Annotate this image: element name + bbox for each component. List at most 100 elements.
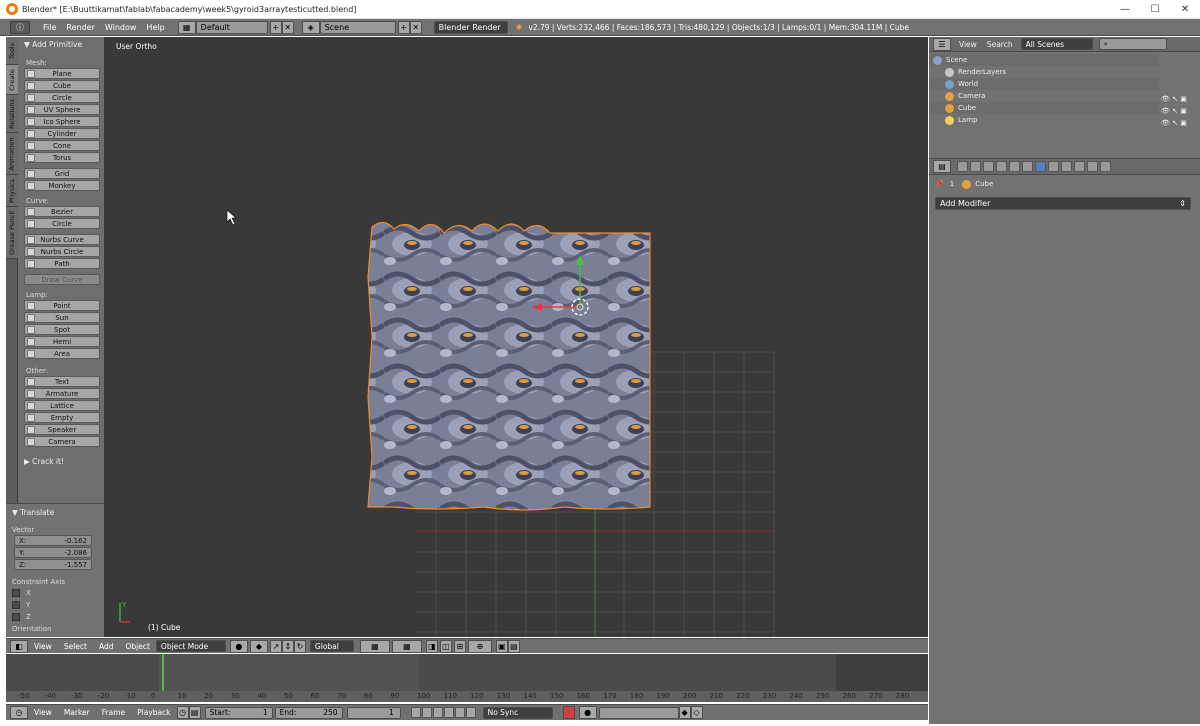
render-tab-icon[interactable] — [957, 161, 968, 172]
3d-viewport[interactable]: Y User Ortho (1) Cube — [104, 37, 928, 637]
remove-scene-button[interactable]: ✕ — [409, 20, 422, 34]
pivot-icon[interactable]: ◆ — [249, 639, 268, 653]
preview-range-icon[interactable]: ◷ — [176, 706, 189, 719]
3d-menu-view[interactable]: View — [28, 642, 58, 651]
add-other-camera-button[interactable]: Camera — [24, 436, 100, 447]
layers-icon[interactable]: ▦ — [359, 639, 390, 653]
add-mesh-grid-button[interactable]: Grid — [24, 168, 100, 179]
constraint-z-checkbox[interactable]: Z — [12, 611, 104, 623]
remove-layout-button[interactable]: ✕ — [281, 20, 294, 34]
translate-x-field[interactable]: X: -0.162 — [14, 535, 92, 546]
play-reverse-icon[interactable] — [432, 707, 443, 718]
jump-end-icon[interactable] — [465, 707, 476, 718]
lock-icon[interactable]: ◨ — [425, 639, 438, 653]
outliner-row-world[interactable]: World — [929, 78, 1159, 90]
3d-editor-icon[interactable]: ◧ — [10, 639, 28, 653]
outliner-view-menu[interactable]: View — [959, 40, 977, 49]
translate-panel-header[interactable]: ▼ Translate — [6, 506, 104, 518]
layers2-icon[interactable]: ▦ — [391, 639, 422, 653]
tab-animation[interactable]: Animation — [6, 133, 18, 175]
add-mesh-cube-button[interactable]: Cube — [24, 80, 100, 91]
tl-menu-marker[interactable]: Marker — [58, 708, 96, 717]
shading-icon[interactable]: ● — [229, 639, 248, 653]
constraint-y-checkbox[interactable]: Y — [12, 599, 104, 611]
add-scene-button[interactable]: + — [397, 20, 410, 34]
texture-tab-icon[interactable] — [1074, 161, 1085, 172]
render-engine-select[interactable]: Blender Render — [433, 20, 508, 34]
add-curve-path-button[interactable]: Path — [24, 258, 100, 269]
snap-element-icon[interactable]: ⊕ — [467, 639, 492, 653]
opengl-render-icon[interactable]: ▣ — [495, 639, 508, 653]
add-other-speaker-button[interactable]: Speaker — [24, 424, 100, 435]
add-lamp-area-button[interactable]: Area — [24, 348, 100, 359]
add-mesh-cylinder-button[interactable]: Cylinder — [24, 128, 100, 139]
modifiers-tab-icon[interactable] — [1035, 161, 1046, 172]
data-tab-icon[interactable] — [1048, 161, 1059, 172]
outliner-row-scene[interactable]: Scene — [929, 54, 1159, 66]
add-lamp-sun-button[interactable]: Sun — [24, 312, 100, 323]
tab-physics[interactable]: Physics — [6, 175, 18, 207]
crack-it-panel-header[interactable]: ▶ Crack it! — [20, 455, 104, 468]
tab-relations[interactable]: Relations — [6, 95, 18, 133]
add-other-lattice-button[interactable]: Lattice — [24, 400, 100, 411]
outliner-row-cube[interactable]: Cube — [929, 102, 1159, 114]
record-icon[interactable] — [562, 706, 575, 719]
3d-menu-select[interactable]: Select — [58, 642, 93, 651]
material-tab-icon[interactable] — [1061, 161, 1072, 172]
gyroid-cube-object[interactable] — [367, 221, 651, 511]
add-curve-nurbs-circle-button[interactable]: Nurbs Circle — [24, 246, 100, 257]
physics-tab-icon[interactable] — [1100, 161, 1111, 172]
add-mesh-cone-button[interactable]: Cone — [24, 140, 100, 151]
add-mesh-ico-sphere-button[interactable]: Ico Sphere — [24, 116, 100, 127]
properties-editor-icon[interactable]: ▤ — [933, 160, 951, 173]
add-mesh-torus-button[interactable]: Torus — [24, 152, 100, 163]
add-other-armature-button[interactable]: Armature — [24, 388, 100, 399]
menu-render[interactable]: Render — [61, 23, 99, 32]
frame-lock-icon[interactable]: ▤ — [188, 706, 201, 719]
world-tab-icon[interactable] — [996, 161, 1007, 172]
add-mesh-uv-sphere-button[interactable]: UV Sphere — [24, 104, 100, 115]
constraint-x-checkbox[interactable]: X — [12, 587, 104, 599]
editor-type-info-icon[interactable]: ⓘ — [10, 20, 30, 34]
add-curve-bezier-button[interactable]: Bezier — [24, 206, 100, 217]
timeline-editor-icon[interactable]: ◷ — [10, 706, 28, 719]
scene-icon[interactable]: ◈ — [301, 20, 320, 34]
menu-help[interactable]: Help — [141, 23, 169, 32]
jump-start-icon[interactable] — [410, 707, 421, 718]
tab-create[interactable]: Create — [6, 65, 18, 95]
delete-key-icon[interactable]: ◇ — [690, 706, 703, 719]
draw-curve-button[interactable]: Draw Curve — [24, 274, 100, 285]
prev-key-icon[interactable] — [421, 707, 432, 718]
add-curve-nurbs-curve-button[interactable]: Nurbs Curve — [24, 234, 100, 245]
3d-menu-object[interactable]: Object — [119, 642, 155, 651]
manipulator-icon[interactable]: ↗ — [269, 639, 282, 653]
tl-menu-view[interactable]: View — [28, 708, 58, 717]
scene-field[interactable]: Scene — [319, 20, 396, 34]
outliner-filter-select[interactable]: All Scenes — [1020, 38, 1093, 50]
add-other-text-button[interactable]: Text — [24, 376, 100, 387]
add-lamp-hemi-button[interactable]: Hemi — [24, 336, 100, 347]
scene-tab-icon[interactable] — [983, 161, 994, 172]
outliner-editor-icon[interactable]: ☰ — [933, 37, 951, 51]
current-frame-field[interactable]: 1 — [346, 706, 401, 719]
keying-set-field[interactable] — [598, 706, 679, 719]
translate-z-field[interactable]: Z: -1.557 — [14, 559, 92, 570]
next-key-icon[interactable] — [454, 707, 465, 718]
mode-select[interactable]: Object Mode — [155, 640, 226, 652]
add-mesh-plane-button[interactable]: Plane — [24, 68, 100, 79]
outliner-row-renderlayers[interactable]: RenderLayers — [929, 66, 1159, 78]
add-mesh-monkey-button[interactable]: Monkey — [24, 180, 100, 191]
outliner-search-menu[interactable]: Search — [987, 40, 1013, 49]
snap-icon[interactable]: ⊞ — [453, 639, 466, 653]
add-mesh-circle-button[interactable]: Circle — [24, 92, 100, 103]
close-button[interactable]: ✕ — [1170, 0, 1200, 19]
translate-y-field[interactable]: Y: -2.086 — [14, 547, 92, 558]
add-modifier-select[interactable]: Add Modifier ⇕ — [935, 197, 1191, 210]
sync-select[interactable]: No Sync — [482, 706, 553, 719]
minimize-button[interactable]: — — [1110, 0, 1140, 19]
tab-tools[interactable]: Tools — [6, 37, 18, 65]
translate-icon[interactable]: ↕ — [281, 639, 294, 653]
insert-key-icon[interactable]: ◆ — [678, 706, 691, 719]
screen-layout-field[interactable]: Default — [195, 20, 268, 34]
tl-menu-frame[interactable]: Frame — [96, 708, 131, 717]
